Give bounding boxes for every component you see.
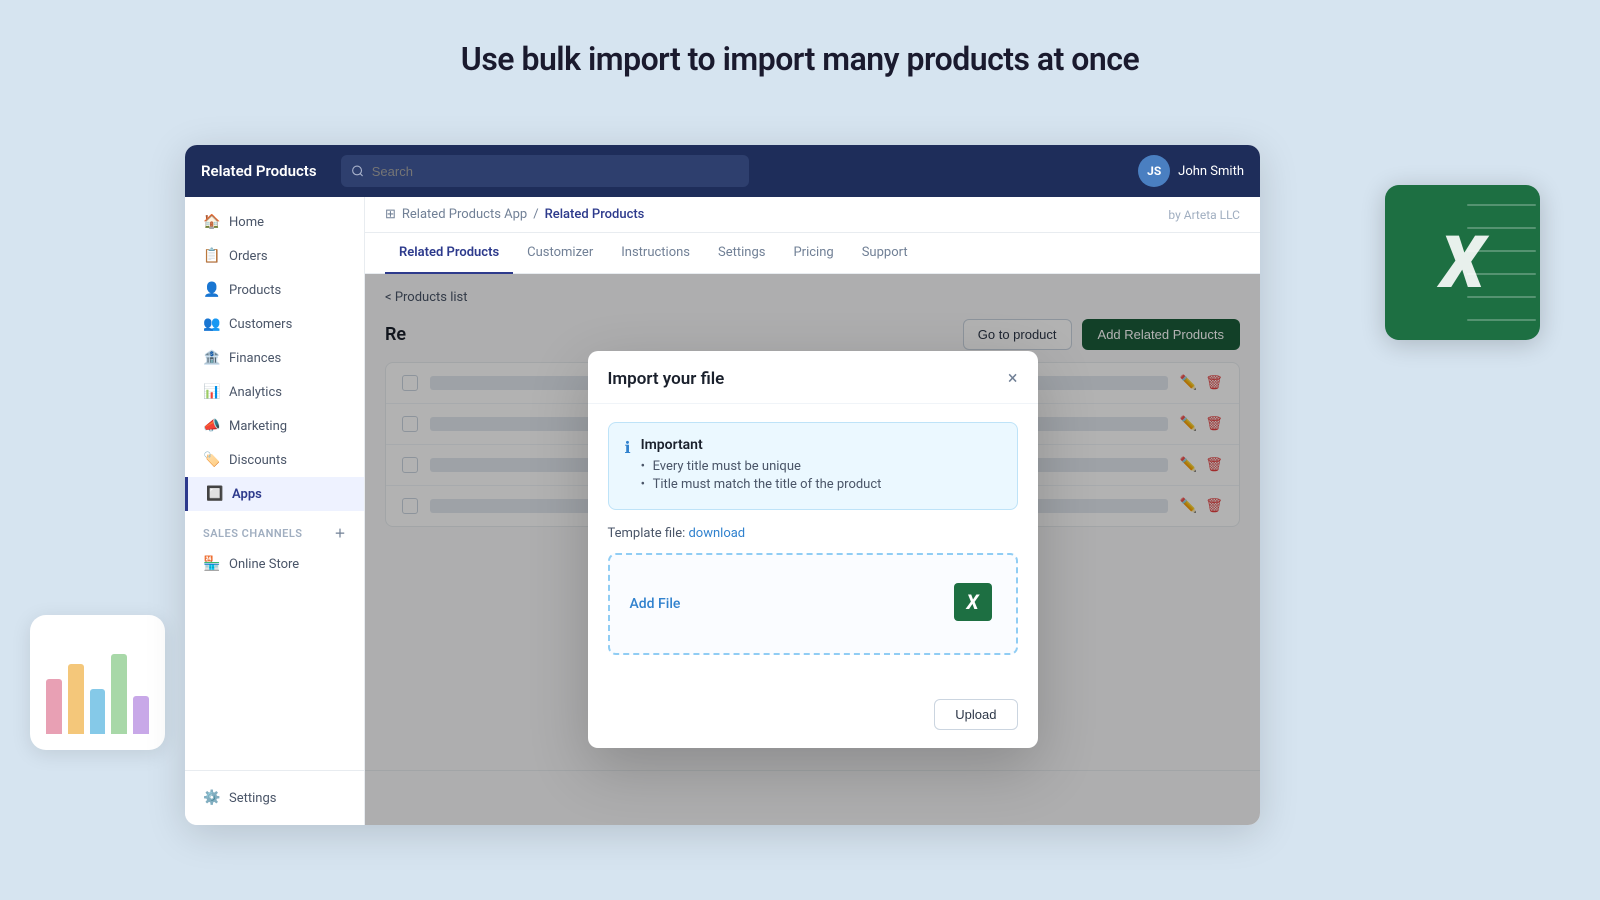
deco-chart: [30, 615, 165, 750]
tab-pricing[interactable]: Pricing: [779, 233, 847, 274]
add-file-label[interactable]: Add File: [630, 596, 681, 612]
modal-body: ℹ Important Every title must be unique T…: [588, 404, 1038, 689]
avatar: JS: [1138, 155, 1170, 187]
analytics-icon: 📊: [203, 384, 219, 400]
sidebar-item-label: Customers: [229, 317, 292, 332]
sidebar-item-label: Home: [229, 215, 264, 230]
page-heading: Use bulk import to import many products …: [0, 0, 1600, 78]
sidebar-item-label: Finances: [229, 351, 281, 366]
sidebar-item-settings[interactable]: ⚙️ Settings: [185, 781, 365, 815]
sidebar: 🏠 Home 📋 Orders 👤 Products 👥 Customers 🏦…: [185, 197, 365, 825]
orders-icon: 📋: [203, 248, 219, 264]
add-channel-icon[interactable]: ＋: [335, 525, 347, 541]
template-file-line: Template file: download: [608, 526, 1018, 541]
user-name: John Smith: [1178, 164, 1244, 179]
important-content: Important Every title must be unique Tit…: [641, 437, 882, 495]
sidebar-item-apps[interactable]: 🔲 Apps: [185, 477, 364, 511]
home-icon: 🏠: [203, 214, 219, 230]
apps-icon: 🔲: [206, 486, 222, 502]
search-bar[interactable]: [341, 155, 750, 187]
modal-header: Import your file ×: [588, 351, 1038, 404]
important-item-1: Every title must be unique: [641, 459, 882, 474]
sidebar-item-label: Analytics: [229, 385, 282, 400]
discounts-icon: 🏷️: [203, 452, 219, 468]
main-content: ⊞ Related Products App / Related Product…: [365, 197, 1260, 825]
sidebar-item-customers[interactable]: 👥 Customers: [185, 307, 364, 341]
search-input[interactable]: [372, 164, 740, 179]
breadcrumb-bar: ⊞ Related Products App / Related Product…: [365, 197, 1260, 233]
breadcrumb-icon: ⊞: [385, 207, 396, 222]
sales-channels-section: Sales channels ＋: [185, 511, 364, 547]
sidebar-item-orders[interactable]: 📋 Orders: [185, 239, 364, 273]
sidebar-item-label: Settings: [229, 791, 276, 806]
sidebar-item-label: Online Store: [229, 557, 299, 572]
deco-excel-icon: X: [1385, 185, 1540, 340]
by-arteta: by Arteta LLC: [1168, 208, 1240, 222]
content-area: < Products list Re Go to product Add Rel…: [365, 274, 1260, 825]
sidebar-item-marketing[interactable]: 📣 Marketing: [185, 409, 364, 443]
breadcrumb-app[interactable]: Related Products App: [402, 207, 527, 222]
important-notice: ℹ Important Every title must be unique T…: [608, 422, 1018, 510]
import-modal: Import your file × ℹ Important: [588, 351, 1038, 748]
modal-footer: Upload: [588, 689, 1038, 748]
sidebar-item-label: Marketing: [229, 419, 287, 434]
tab-related-products[interactable]: Related Products: [385, 233, 513, 274]
tab-settings[interactable]: Settings: [704, 233, 779, 274]
customers-icon: 👥: [203, 316, 219, 332]
sidebar-item-finances[interactable]: 🏦 Finances: [185, 341, 364, 375]
sidebar-item-label: Apps: [232, 487, 262, 502]
user-menu[interactable]: JS John Smith: [1138, 155, 1244, 187]
app-body: 🏠 Home 📋 Orders 👤 Products 👥 Customers 🏦…: [185, 197, 1260, 825]
template-label: Template file:: [608, 526, 686, 541]
nav-brand: Related Products: [201, 162, 317, 180]
close-button[interactable]: ×: [1008, 370, 1018, 388]
marketing-icon: 📣: [203, 418, 219, 434]
app-window: Related Products JS John Smith 🏠 Home 📋 …: [185, 145, 1260, 825]
sidebar-item-label: Products: [229, 283, 281, 298]
template-download-link[interactable]: download: [688, 526, 745, 541]
sidebar-item-discounts[interactable]: 🏷️ Discounts: [185, 443, 364, 477]
important-item-2: Title must match the title of the produc…: [641, 477, 882, 492]
sidebar-item-home[interactable]: 🏠 Home: [185, 205, 364, 239]
important-title: Important: [641, 437, 882, 453]
tab-instructions[interactable]: Instructions: [607, 233, 704, 274]
sidebar-item-products[interactable]: 👤 Products: [185, 273, 364, 307]
excel-file-icon: X: [954, 583, 996, 625]
upload-button[interactable]: Upload: [934, 699, 1017, 730]
sales-channels-label: Sales channels: [203, 527, 303, 540]
important-list: Every title must be unique Title must ma…: [641, 459, 882, 492]
store-icon: 🏪: [203, 556, 219, 572]
settings-icon: ⚙️: [203, 790, 219, 806]
file-drop-zone[interactable]: Add File X: [608, 553, 1018, 655]
tabs-bar: Related Products Customizer Instructions…: [365, 233, 1260, 274]
sidebar-item-label: Discounts: [229, 453, 287, 468]
tab-customizer[interactable]: Customizer: [513, 233, 607, 274]
search-icon: [351, 164, 364, 178]
sidebar-item-label: Orders: [229, 249, 268, 264]
top-nav: Related Products JS John Smith: [185, 145, 1260, 197]
info-icon: ℹ: [625, 438, 631, 495]
sidebar-item-analytics[interactable]: 📊 Analytics: [185, 375, 364, 409]
modal-title: Import your file: [608, 369, 725, 389]
breadcrumb-separator: /: [533, 207, 538, 222]
breadcrumb: ⊞ Related Products App / Related Product…: [385, 207, 644, 222]
breadcrumb-current: Related Products: [545, 207, 645, 222]
finances-icon: 🏦: [203, 350, 219, 366]
modal-overlay: Import your file × ℹ Important: [365, 274, 1260, 825]
products-icon: 👤: [203, 282, 219, 298]
tab-support[interactable]: Support: [848, 233, 922, 274]
sidebar-item-online-store[interactable]: 🏪 Online Store: [185, 547, 364, 581]
